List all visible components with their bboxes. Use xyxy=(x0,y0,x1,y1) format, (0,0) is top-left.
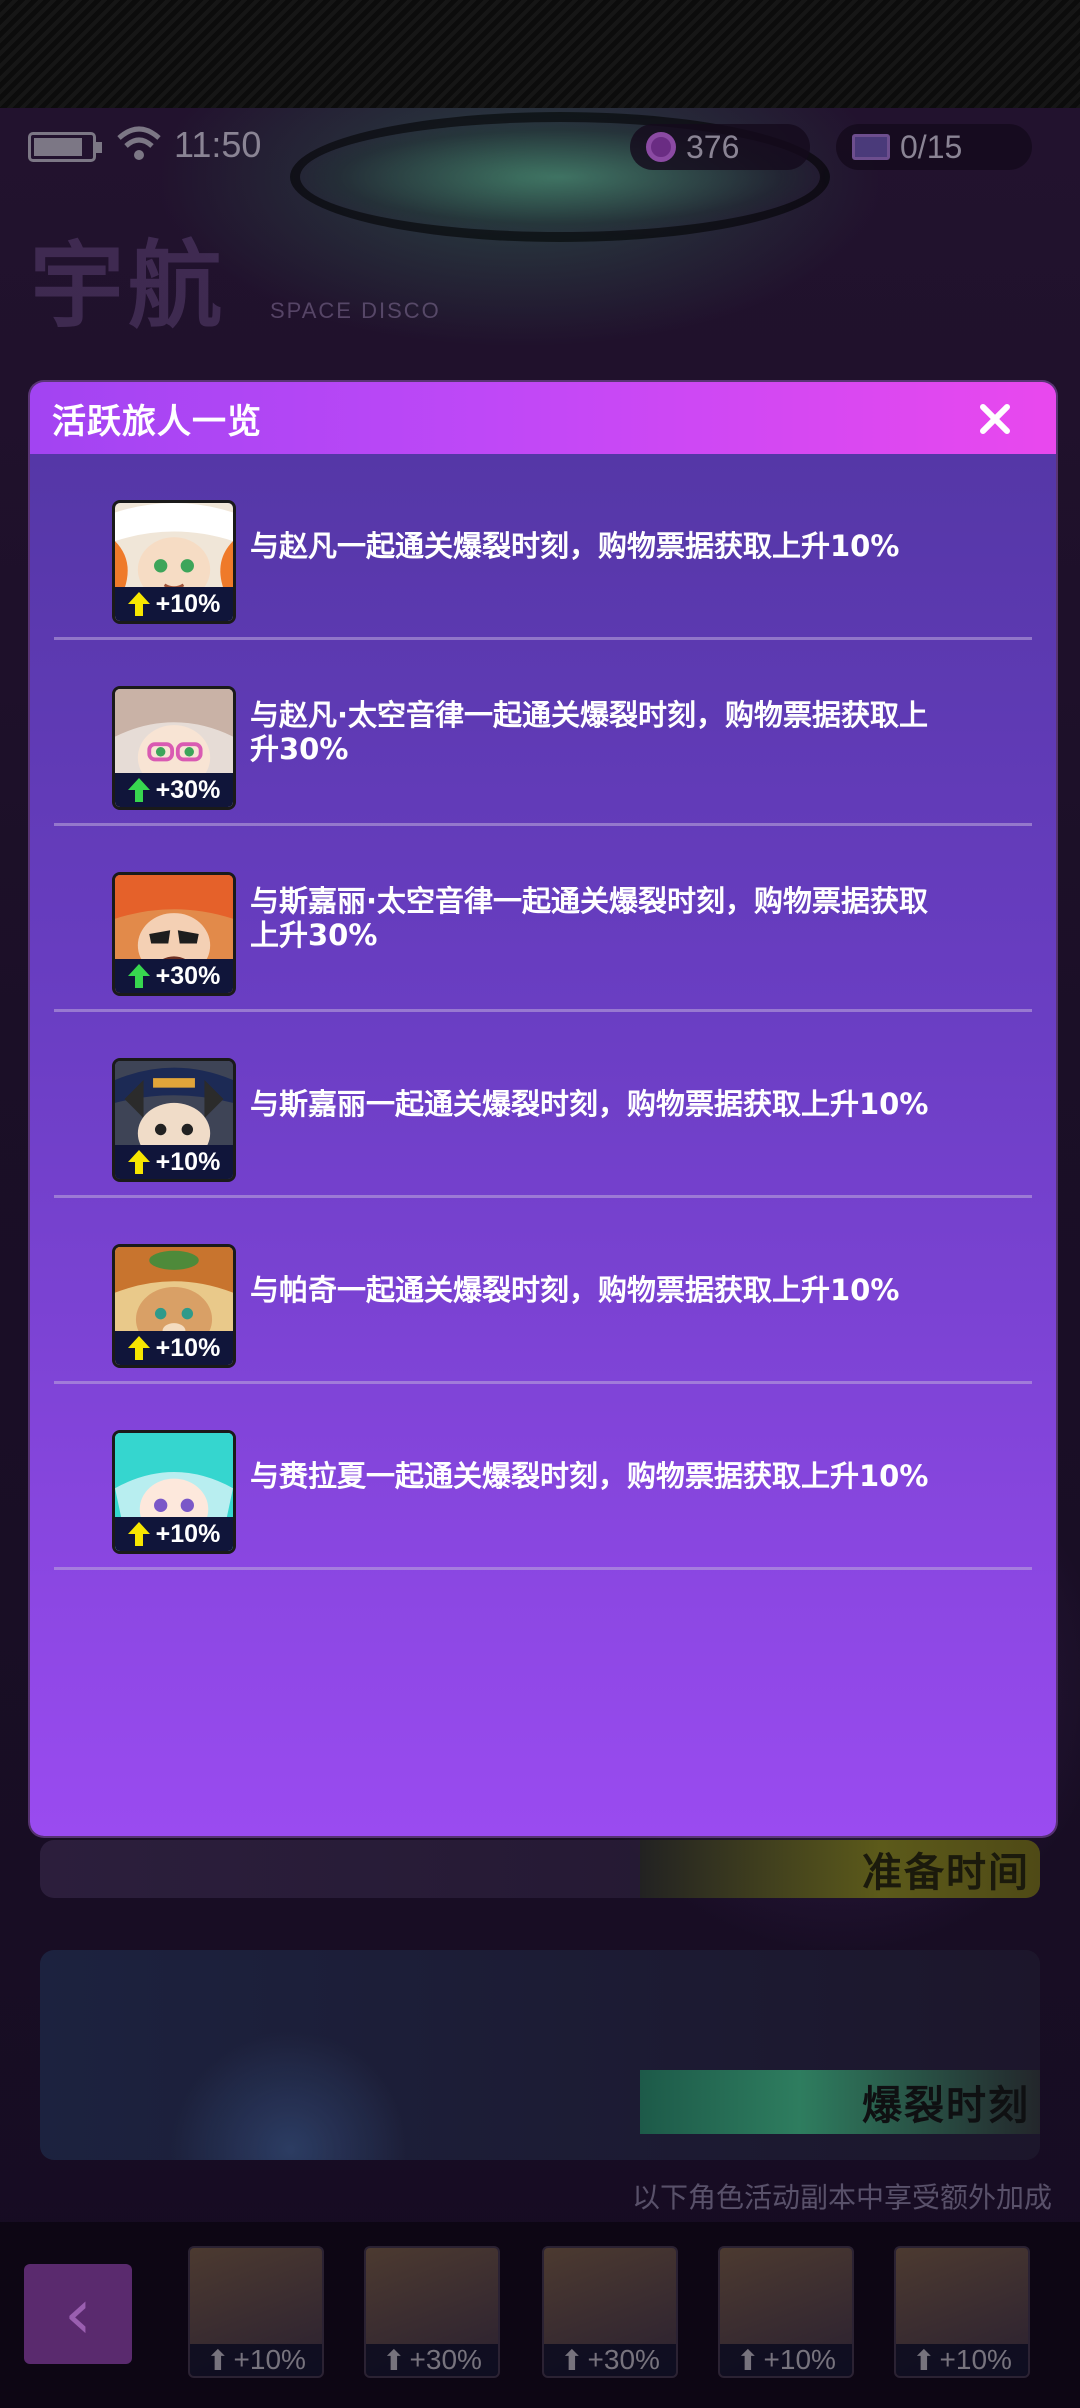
ticket-icon xyxy=(852,134,890,160)
arrow-up-icon xyxy=(127,1336,150,1360)
arrow-up-icon: ⬆ xyxy=(560,2344,584,2376)
bonus-badge: ⬆ +10% xyxy=(720,2344,852,2376)
bonus-badge: ⬆ +30% xyxy=(544,2344,676,2376)
bonus-badge: +10% xyxy=(115,1145,233,1179)
bonus-description: 与斯嘉丽一起通关爆裂时刻，购物票据获取上升10% xyxy=(250,1086,929,1121)
arrow-up-icon: ⬆ xyxy=(912,2344,936,2376)
arrow-up-icon: ⬆ xyxy=(382,2344,406,2376)
bonus-badge: +30% xyxy=(115,773,233,807)
event-logo-subtitle: SPACE DISCO xyxy=(270,298,441,323)
bonus-description: 与赉拉夏一起通关爆裂时刻，购物票据获取上升10% xyxy=(250,1458,929,1493)
traveler-list: +10% 与赵凡一起通关爆裂时刻，购物票据获取上升10% +30% 与赵凡·太空… xyxy=(54,454,1032,1570)
character-portrait: +10% xyxy=(112,1058,236,1182)
bonus-badge: +10% xyxy=(115,1517,233,1551)
arrow-up-icon xyxy=(127,1522,150,1546)
clock: 11:50 xyxy=(174,124,262,165)
arrow-up-icon: ⬆ xyxy=(736,2344,760,2376)
traveler-row: +10% 与赉拉夏一起通关爆裂时刻，购物票据获取上升10% xyxy=(54,1384,1032,1570)
arrow-up-icon xyxy=(127,778,150,802)
character-portrait: +10% xyxy=(112,1430,236,1554)
traveler-row: +30% 与赵凡·太空音律一起通关爆裂时刻，购物票据获取上升30% xyxy=(54,640,1032,826)
arrow-up-icon xyxy=(127,1150,150,1174)
bottom-portrait-5[interactable]: ⬆ +10% xyxy=(894,2246,1030,2378)
bonus-badge: +10% xyxy=(115,1331,233,1365)
chevron-left-icon: ‹ xyxy=(64,2273,92,2355)
close-button[interactable] xyxy=(978,402,1012,436)
bonus-description: 与赵凡·太空音律一起通关爆裂时刻，购物票据获取上升30% xyxy=(250,697,929,766)
traveler-row: +10% 与赵凡一起通关爆裂时刻，购物票据获取上升10% xyxy=(54,454,1032,640)
traveler-row: +30% 与斯嘉丽·太空音律一起通关爆裂时刻，购物票据获取上升30% xyxy=(54,826,1032,1012)
modal-header: 活跃旅人一览 xyxy=(30,382,1056,454)
bonus-badge: +10% xyxy=(115,587,233,621)
currency-value: 376 xyxy=(686,128,740,165)
character-portrait: +30% xyxy=(112,872,236,996)
burst-moment-banner[interactable]: 爆裂时刻 xyxy=(40,1950,1040,2160)
top-notch-area xyxy=(0,0,1080,108)
bonus-hint-text: 以下角色活动副本中享受额外加成 xyxy=(631,2181,1052,2214)
arrow-up-icon xyxy=(127,964,150,988)
character-portrait: +10% xyxy=(112,500,236,624)
back-button[interactable]: ‹ xyxy=(24,2264,132,2364)
modal-title: 活跃旅人一览 xyxy=(52,401,262,442)
bonus-badge: ⬆ +30% xyxy=(366,2344,498,2376)
stamina-value: 0/15 xyxy=(900,128,963,165)
traveler-row: +10% 与斯嘉丽一起通关爆裂时刻，购物票据获取上升10% xyxy=(54,1012,1032,1198)
currency-counter[interactable]: 376 xyxy=(630,124,810,170)
wifi-icon xyxy=(117,126,161,160)
bottom-portrait-1[interactable]: ⬆ +10% xyxy=(188,2246,324,2378)
bottom-portrait-3[interactable]: ⬆ +30% xyxy=(542,2246,678,2378)
bottom-portrait-4[interactable]: ⬆ +10% xyxy=(718,2246,854,2378)
bottom-portrait-2[interactable]: ⬆ +30% xyxy=(364,2246,500,2378)
burst-moment-label: 爆裂时刻 xyxy=(640,2070,1040,2134)
active-travelers-modal: 活跃旅人一览 +10% 与赵凡一起通关爆裂时刻，购物票据获取上升10% +30%… xyxy=(30,382,1056,1836)
bonus-description: 与斯嘉丽·太空音律一起通关爆裂时刻，购物票据获取上升30% xyxy=(250,883,929,952)
bonus-badge: +30% xyxy=(115,959,233,993)
prep-time-banner[interactable]: 准备时间 xyxy=(40,1840,1040,1898)
stamina-counter[interactable]: 0/15 xyxy=(836,124,1032,170)
battery-icon xyxy=(28,132,102,162)
bonus-description: 与赵凡一起通关爆裂时刻，购物票据获取上升10% xyxy=(250,528,900,563)
character-portrait: +30% xyxy=(112,686,236,810)
coin-icon xyxy=(646,132,676,162)
prep-time-label: 准备时间 xyxy=(640,1840,1040,1898)
close-icon xyxy=(980,404,1010,434)
bonus-badge: ⬆ +10% xyxy=(896,2344,1028,2376)
event-logo: 宇航 xyxy=(30,232,227,341)
arrow-up-icon xyxy=(127,592,150,616)
bonus-badge: ⬆ +10% xyxy=(190,2344,322,2376)
traveler-row: +10% 与帕奇一起通关爆裂时刻，购物票据获取上升10% xyxy=(54,1198,1032,1384)
bonus-description: 与帕奇一起通关爆裂时刻，购物票据获取上升10% xyxy=(250,1272,900,1307)
character-portrait: +10% xyxy=(112,1244,236,1368)
arrow-up-icon: ⬆ xyxy=(206,2344,230,2376)
